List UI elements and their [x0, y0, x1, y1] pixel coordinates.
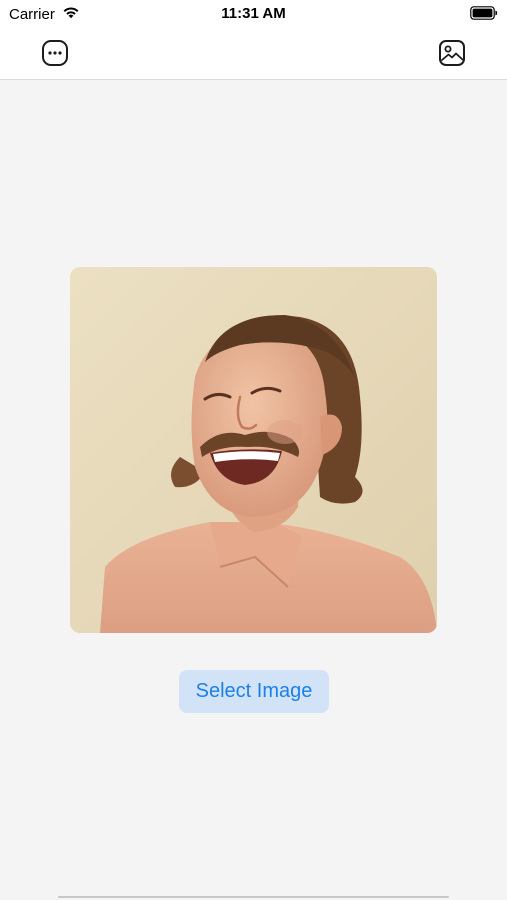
battery-icon [470, 6, 498, 20]
navigation-bar [0, 28, 507, 80]
portrait-image [70, 267, 437, 633]
status-time: 11:31 AM [221, 5, 286, 22]
more-icon[interactable] [40, 38, 70, 68]
select-image-button[interactable]: Select Image [179, 670, 329, 713]
home-indicator [58, 896, 449, 898]
photo-icon[interactable] [437, 38, 467, 68]
image-preview [70, 267, 437, 633]
status-bar: Carrier 11:31 AM [0, 0, 507, 28]
